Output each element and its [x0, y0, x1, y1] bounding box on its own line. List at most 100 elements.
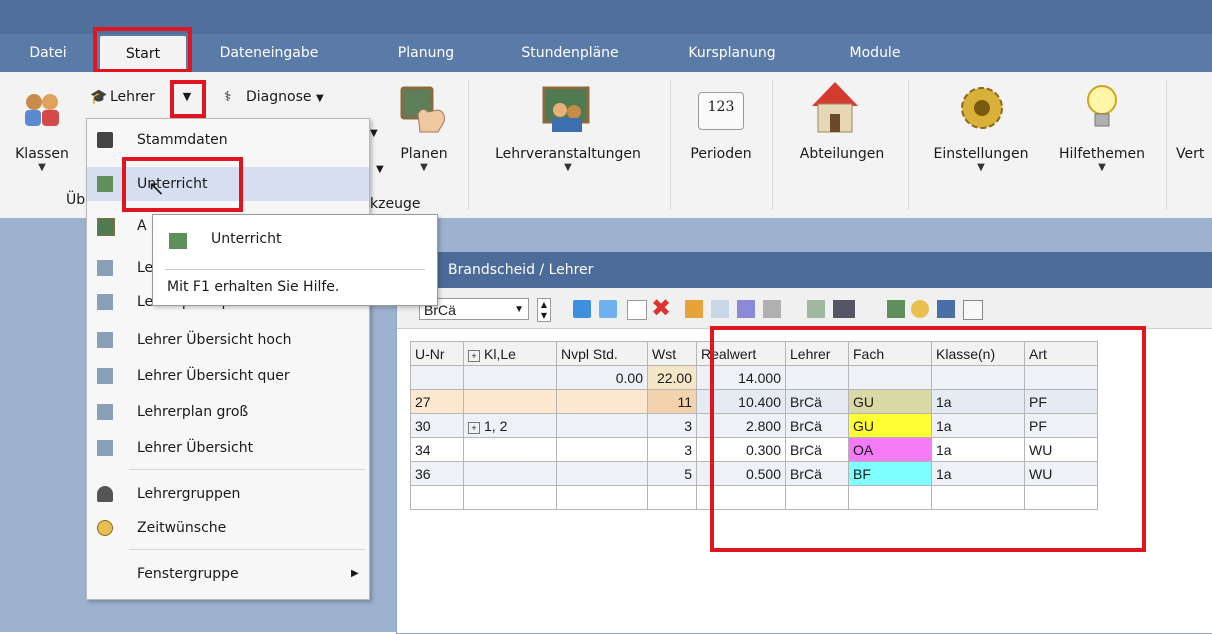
delete-icon[interactable]: ✖	[651, 296, 671, 320]
menu-item-label: Stammdaten	[137, 132, 228, 148]
vert-button[interactable]: Vert	[1176, 146, 1212, 162]
tab-datei[interactable]: Datei	[18, 34, 78, 72]
chevron-down-icon: ▼	[514, 304, 524, 315]
tab-module[interactable]: Module	[830, 34, 920, 72]
menu-item-label: Lehrerplan groß	[137, 404, 249, 420]
klassen-button[interactable]: Klassen ▼	[4, 146, 80, 173]
board-icon	[97, 218, 115, 236]
col-header-nvpl[interactable]: Nvpl Std.	[556, 341, 648, 366]
chevron-down-icon[interactable]: ▼	[376, 164, 384, 175]
cell-nvpl[interactable]	[556, 461, 648, 486]
table-highlight	[710, 326, 1146, 552]
abteilungen-button[interactable]: Abteilungen	[784, 146, 900, 162]
new-document-icon[interactable]	[627, 300, 647, 320]
link-icon[interactable]	[763, 300, 781, 318]
planen-button[interactable]: Planen ▼	[392, 146, 456, 173]
cell-wst[interactable]: 5	[647, 461, 697, 486]
col-header-wst[interactable]: Wst	[647, 341, 697, 366]
list-icon[interactable]	[599, 300, 617, 318]
table-cell[interactable]	[410, 485, 464, 510]
ribbon-separator	[670, 80, 671, 210]
document-toolbar: BrCä ▼ ▲ ▼ ✖	[397, 288, 1212, 329]
table-cell[interactable]	[556, 485, 648, 510]
col-header-klle[interactable]: + Kl,Le	[463, 341, 557, 366]
expand-icon[interactable]: +	[468, 421, 480, 434]
cell-nvpl[interactable]	[556, 389, 648, 414]
table-icon[interactable]	[963, 300, 983, 320]
perioden-button[interactable]: Perioden	[680, 146, 762, 162]
cell-nvpl[interactable]	[556, 413, 648, 438]
klassen-icon	[22, 90, 62, 128]
teacher-hat-icon: 🎓	[90, 89, 108, 105]
diagnose-label: Diagnose	[246, 89, 312, 105]
cell-klle[interactable]	[463, 437, 557, 462]
menu-item-lehrer-uebersicht-hoch[interactable]: Lehrer Übersicht hoch	[87, 323, 369, 357]
cell-nvpl[interactable]	[556, 437, 648, 462]
sort-az-icon[interactable]	[737, 300, 755, 318]
document-window-header[interactable]: Brandscheid / Lehrer	[396, 252, 1212, 288]
chevron-down-icon: ▼	[38, 162, 46, 173]
menu-item-label: Fenstergruppe	[137, 566, 239, 582]
schedule-icon[interactable]	[887, 300, 905, 318]
planen-label: Planen	[400, 146, 448, 162]
tools-icon[interactable]	[807, 300, 825, 318]
cell-wst[interactable]: 11	[647, 389, 697, 414]
cell-wst[interactable]: 3	[647, 437, 697, 462]
menu-item-lehrergruppen[interactable]: Lehrergruppen	[87, 477, 369, 511]
spin-button[interactable]: ▲ ▼	[537, 298, 551, 322]
col-header-unr[interactable]: U-Nr	[410, 341, 464, 366]
summary-nvpl[interactable]: 0.00	[556, 365, 648, 390]
einstellungen-button[interactable]: Einstellungen ▼	[918, 146, 1044, 173]
cell-klle[interactable]	[463, 389, 557, 414]
menu-item-lehrer-uebersicht[interactable]: Lehrer Übersicht	[87, 431, 369, 465]
tab-planung[interactable]: Planung	[376, 34, 476, 72]
tab-dateneingabe[interactable]: Dateneingabe	[204, 34, 334, 72]
stethoscope-icon: ⚕	[224, 89, 232, 105]
menu-item-label: Zeitwünsche	[137, 520, 227, 536]
lehrveranstaltungen-button[interactable]: Lehrveranstaltungen ▼	[480, 146, 656, 173]
filter-icon[interactable]	[711, 300, 729, 318]
lightbulb-icon	[1084, 84, 1120, 132]
unterricht-highlight	[122, 157, 243, 212]
cell-klle[interactable]	[463, 461, 557, 486]
hilfethemen-button[interactable]: Hilfethemen ▼	[1044, 146, 1160, 173]
tab-stundenplaene[interactable]: Stundenpläne	[500, 34, 640, 72]
menu-item-zeitwuensche[interactable]: Zeitwünsche	[87, 511, 369, 545]
menu-item-fenstergruppe[interactable]: Fenstergruppe ▶	[87, 557, 369, 591]
menu-item-stammdaten[interactable]: Stammdaten	[87, 123, 369, 157]
schedule-icon	[97, 260, 113, 276]
gear-icon	[958, 84, 1006, 132]
sort-icon[interactable]	[685, 300, 703, 318]
unterricht-icon	[97, 176, 113, 192]
table-cell[interactable]	[647, 485, 697, 510]
teacher-hat-icon[interactable]	[833, 300, 855, 318]
group-label-werkzeuge: kzeuge	[370, 196, 421, 212]
col-header-klle-label: Kl,Le	[484, 345, 516, 362]
cell-unr[interactable]: 36	[410, 461, 464, 486]
ribbon-separator	[1166, 80, 1167, 210]
calendar-icon[interactable]	[937, 300, 955, 318]
cell-unr[interactable]: 27	[410, 389, 464, 414]
cell-unr[interactable]: 34	[410, 437, 464, 462]
clock-icon[interactable]	[911, 300, 929, 318]
table-cell[interactable]	[463, 365, 557, 390]
expand-icon[interactable]: +	[468, 349, 480, 362]
cell-klle[interactable]: +1, 2	[463, 413, 557, 438]
ribbon-separator	[908, 80, 909, 210]
lehrer-button[interactable]: 🎓 Lehrer	[90, 84, 155, 110]
tab-kursplanung[interactable]: Kursplanung	[670, 34, 794, 72]
chevron-down-icon[interactable]: ▼	[370, 128, 378, 139]
chevron-down-icon: ▼	[315, 93, 324, 104]
menu-item-lehrerplan-gross[interactable]: Lehrerplan groß	[87, 395, 369, 429]
diagnose-button[interactable]: ⚕ Diagnose ▼	[224, 84, 324, 110]
schedule-icon	[97, 404, 113, 420]
summary-wst[interactable]: 22.00	[647, 365, 697, 390]
table-cell[interactable]	[410, 365, 464, 390]
hilfethemen-label: Hilfethemen	[1059, 146, 1145, 162]
grid-icon[interactable]	[573, 300, 591, 318]
cell-wst[interactable]: 3	[647, 413, 697, 438]
menu-item-label: Lehrer Übersicht quer	[137, 368, 290, 384]
menu-item-lehrer-uebersicht-quer[interactable]: Lehrer Übersicht quer	[87, 359, 369, 393]
cell-unr[interactable]: 30	[410, 413, 464, 438]
table-cell[interactable]	[463, 485, 557, 510]
